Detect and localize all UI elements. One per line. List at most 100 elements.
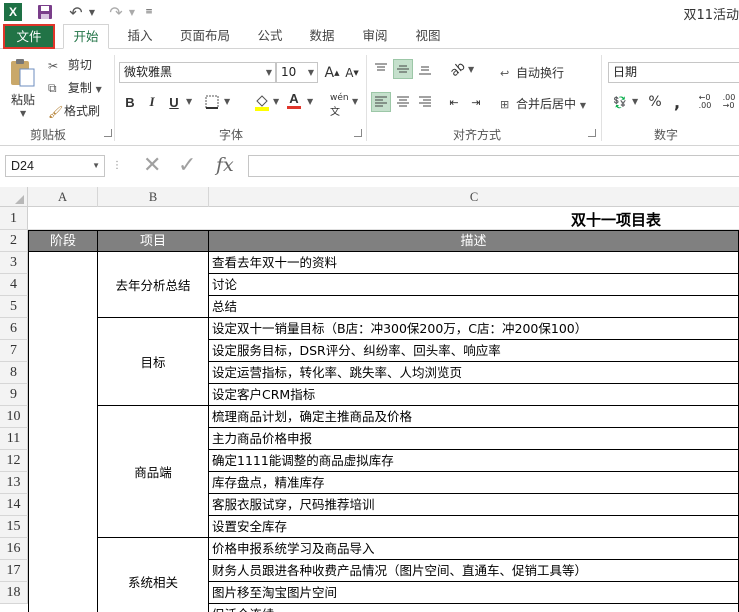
shrink-font-button[interactable]: A ▼ [342, 63, 362, 83]
description-cell[interactable]: 设定服务目标，DSR评分、纠纷率、回头率、响应率 [209, 340, 739, 362]
underline-dropdown-icon[interactable]: ▼ [186, 97, 192, 106]
orientation-button[interactable]: ab [447, 59, 467, 79]
copy-button[interactable]: ⧉ 复制 ▼ [48, 79, 102, 96]
row-header[interactable]: 13 [0, 472, 28, 494]
insert-function-icon[interactable]: fx [216, 154, 234, 176]
phonetic-button[interactable]: wén 文 [330, 93, 349, 118]
tab-page-layout[interactable]: 页面布局 [172, 24, 238, 49]
font-launcher-icon[interactable] [354, 129, 362, 137]
tab-insert[interactable]: 插入 [120, 24, 160, 49]
row-header[interactable]: 16 [0, 538, 28, 560]
name-box[interactable]: D24 ▼ [5, 155, 105, 177]
formula-input[interactable] [248, 155, 739, 177]
item-cell[interactable]: 去年分析总结 [98, 252, 209, 318]
align-bottom-button[interactable] [415, 59, 435, 79]
font-color-button[interactable]: A [284, 90, 304, 110]
description-cell[interactable]: 设定客户CRM指标 [209, 384, 739, 406]
grow-font-button[interactable]: A ▲ [322, 63, 342, 83]
redo-dropdown-icon[interactable]: ▼ [128, 3, 136, 21]
percent-button[interactable]: % [645, 92, 665, 112]
borders-button[interactable] [202, 92, 222, 112]
description-cell[interactable]: 确定1111能调整的商品虚拟库存 [209, 450, 739, 472]
align-right-button[interactable] [415, 92, 435, 112]
redo-icon[interactable]: ↷ [106, 3, 126, 22]
bold-button[interactable]: B [120, 92, 140, 112]
tab-home[interactable]: 开始 [63, 24, 109, 49]
row-header[interactable]: 14 [0, 494, 28, 516]
description-cell[interactable]: 财务人员跟进各种收费产品情况（图片空间、直通车、促销工具等） [209, 560, 739, 582]
borders-dropdown-icon[interactable]: ▼ [224, 97, 230, 106]
select-all-button[interactable] [0, 187, 28, 207]
column-header-c[interactable]: C [209, 187, 739, 207]
header-cell-stage[interactable]: 阶段 [28, 230, 98, 252]
undo-dropdown-icon[interactable]: ▼ [88, 3, 96, 21]
row-header[interactable]: 6 [0, 318, 28, 340]
clipboard-launcher-icon[interactable] [104, 129, 112, 137]
description-cell[interactable]: 设置安全库存 [209, 516, 739, 538]
item-cell[interactable]: 商品端 [98, 406, 209, 538]
tab-formulas[interactable]: 公式 [250, 24, 290, 49]
tab-review[interactable]: 审阅 [355, 24, 395, 49]
fill-color-button[interactable] [252, 92, 272, 112]
description-cell[interactable]: 价格申报系统学习及商品导入 [209, 538, 739, 560]
column-header-b[interactable]: B [98, 187, 209, 207]
row-header[interactable]: 11 [0, 428, 28, 450]
description-cell[interactable]: 梳理商品计划，确定主推商品及价格 [209, 406, 739, 428]
increase-indent-button[interactable]: ⇥ [466, 92, 486, 112]
row-header[interactable]: 18 [0, 582, 28, 604]
paste-button[interactable] [8, 57, 38, 89]
tab-view[interactable]: 视图 [408, 24, 448, 49]
orientation-dropdown-icon[interactable]: ▼ [468, 65, 474, 74]
italic-button[interactable]: I [142, 92, 162, 112]
description-cell[interactable]: 库存盘点，精准库存 [209, 472, 739, 494]
comma-style-button[interactable]: , [667, 92, 687, 112]
tab-data[interactable]: 数据 [302, 24, 342, 49]
row-header[interactable]: 3 [0, 252, 28, 274]
undo-icon[interactable]: ↶ [66, 3, 86, 22]
phonetic-dropdown-icon[interactable]: ▼ [352, 97, 358, 106]
decrease-indent-button[interactable]: ⇤ [444, 92, 464, 112]
customize-toolbar-icon[interactable]: ≡ [144, 3, 154, 21]
accounting-dropdown-icon[interactable]: ▼ [632, 97, 638, 106]
font-size-select[interactable]: 10 ▼ [276, 62, 318, 83]
row-header[interactable]: 8 [0, 362, 28, 384]
column-header-a[interactable]: A [28, 187, 98, 207]
row-header[interactable]: 7 [0, 340, 28, 362]
font-color-dropdown-icon[interactable]: ▼ [307, 97, 313, 106]
description-cell[interactable]: 讨论 [209, 274, 739, 296]
item-cell[interactable]: 目标 [98, 318, 209, 406]
row-header[interactable]: 17 [0, 560, 28, 582]
font-name-select[interactable]: 微软雅黑 ▼ [119, 62, 276, 83]
description-cell[interactable]: 查看去年双十一的资料 [209, 252, 739, 274]
excel-app-icon[interactable]: X [4, 3, 22, 21]
description-cell[interactable]: 客服衣服试穿，尺码推荐培训 [209, 494, 739, 516]
number-format-select[interactable]: 日期 [608, 62, 739, 83]
row-header[interactable]: 10 [0, 406, 28, 428]
description-cell[interactable]: 设定运营指标，转化率、跳失率、人均浏览页 [209, 362, 739, 384]
align-left-button[interactable] [371, 92, 391, 112]
check-icon[interactable]: ✓ [178, 153, 196, 178]
stage-cell[interactable] [28, 252, 98, 612]
row-header[interactable]: 1 [0, 207, 28, 230]
underline-button[interactable]: U [164, 92, 184, 112]
sheet-title[interactable]: 双十一项目表 [571, 209, 661, 230]
increase-decimal-button[interactable]: ←0.00 [695, 92, 715, 112]
row-header[interactable]: 5 [0, 296, 28, 318]
fill-color-dropdown-icon[interactable]: ▼ [273, 97, 279, 106]
more-options-icon[interactable]: ⋮ [112, 160, 122, 171]
accounting-format-button[interactable]: 💱 [610, 92, 630, 112]
format-painter-button[interactable]: 🖌格式刷 [48, 102, 100, 119]
alignment-launcher-icon[interactable] [588, 129, 596, 137]
description-cell[interactable]: 设定双十一销量目标（B店：冲300保200万，C店：冲200保100） [209, 318, 739, 340]
header-cell-desc[interactable]: 描述 [209, 230, 739, 252]
decrease-decimal-button[interactable]: .00 →0 [719, 92, 739, 112]
row-header[interactable]: 12 [0, 450, 28, 472]
description-cell[interactable]: 总结 [209, 296, 739, 318]
align-top-button[interactable] [371, 59, 391, 79]
row-header[interactable]: 2 [0, 230, 28, 252]
header-cell-item[interactable]: 项目 [98, 230, 209, 252]
paste-dropdown-icon[interactable]: ▼ [20, 109, 26, 118]
row-header[interactable]: 4 [0, 274, 28, 296]
row-header[interactable]: 15 [0, 516, 28, 538]
description-cell[interactable]: 促活全连续 [209, 604, 739, 612]
